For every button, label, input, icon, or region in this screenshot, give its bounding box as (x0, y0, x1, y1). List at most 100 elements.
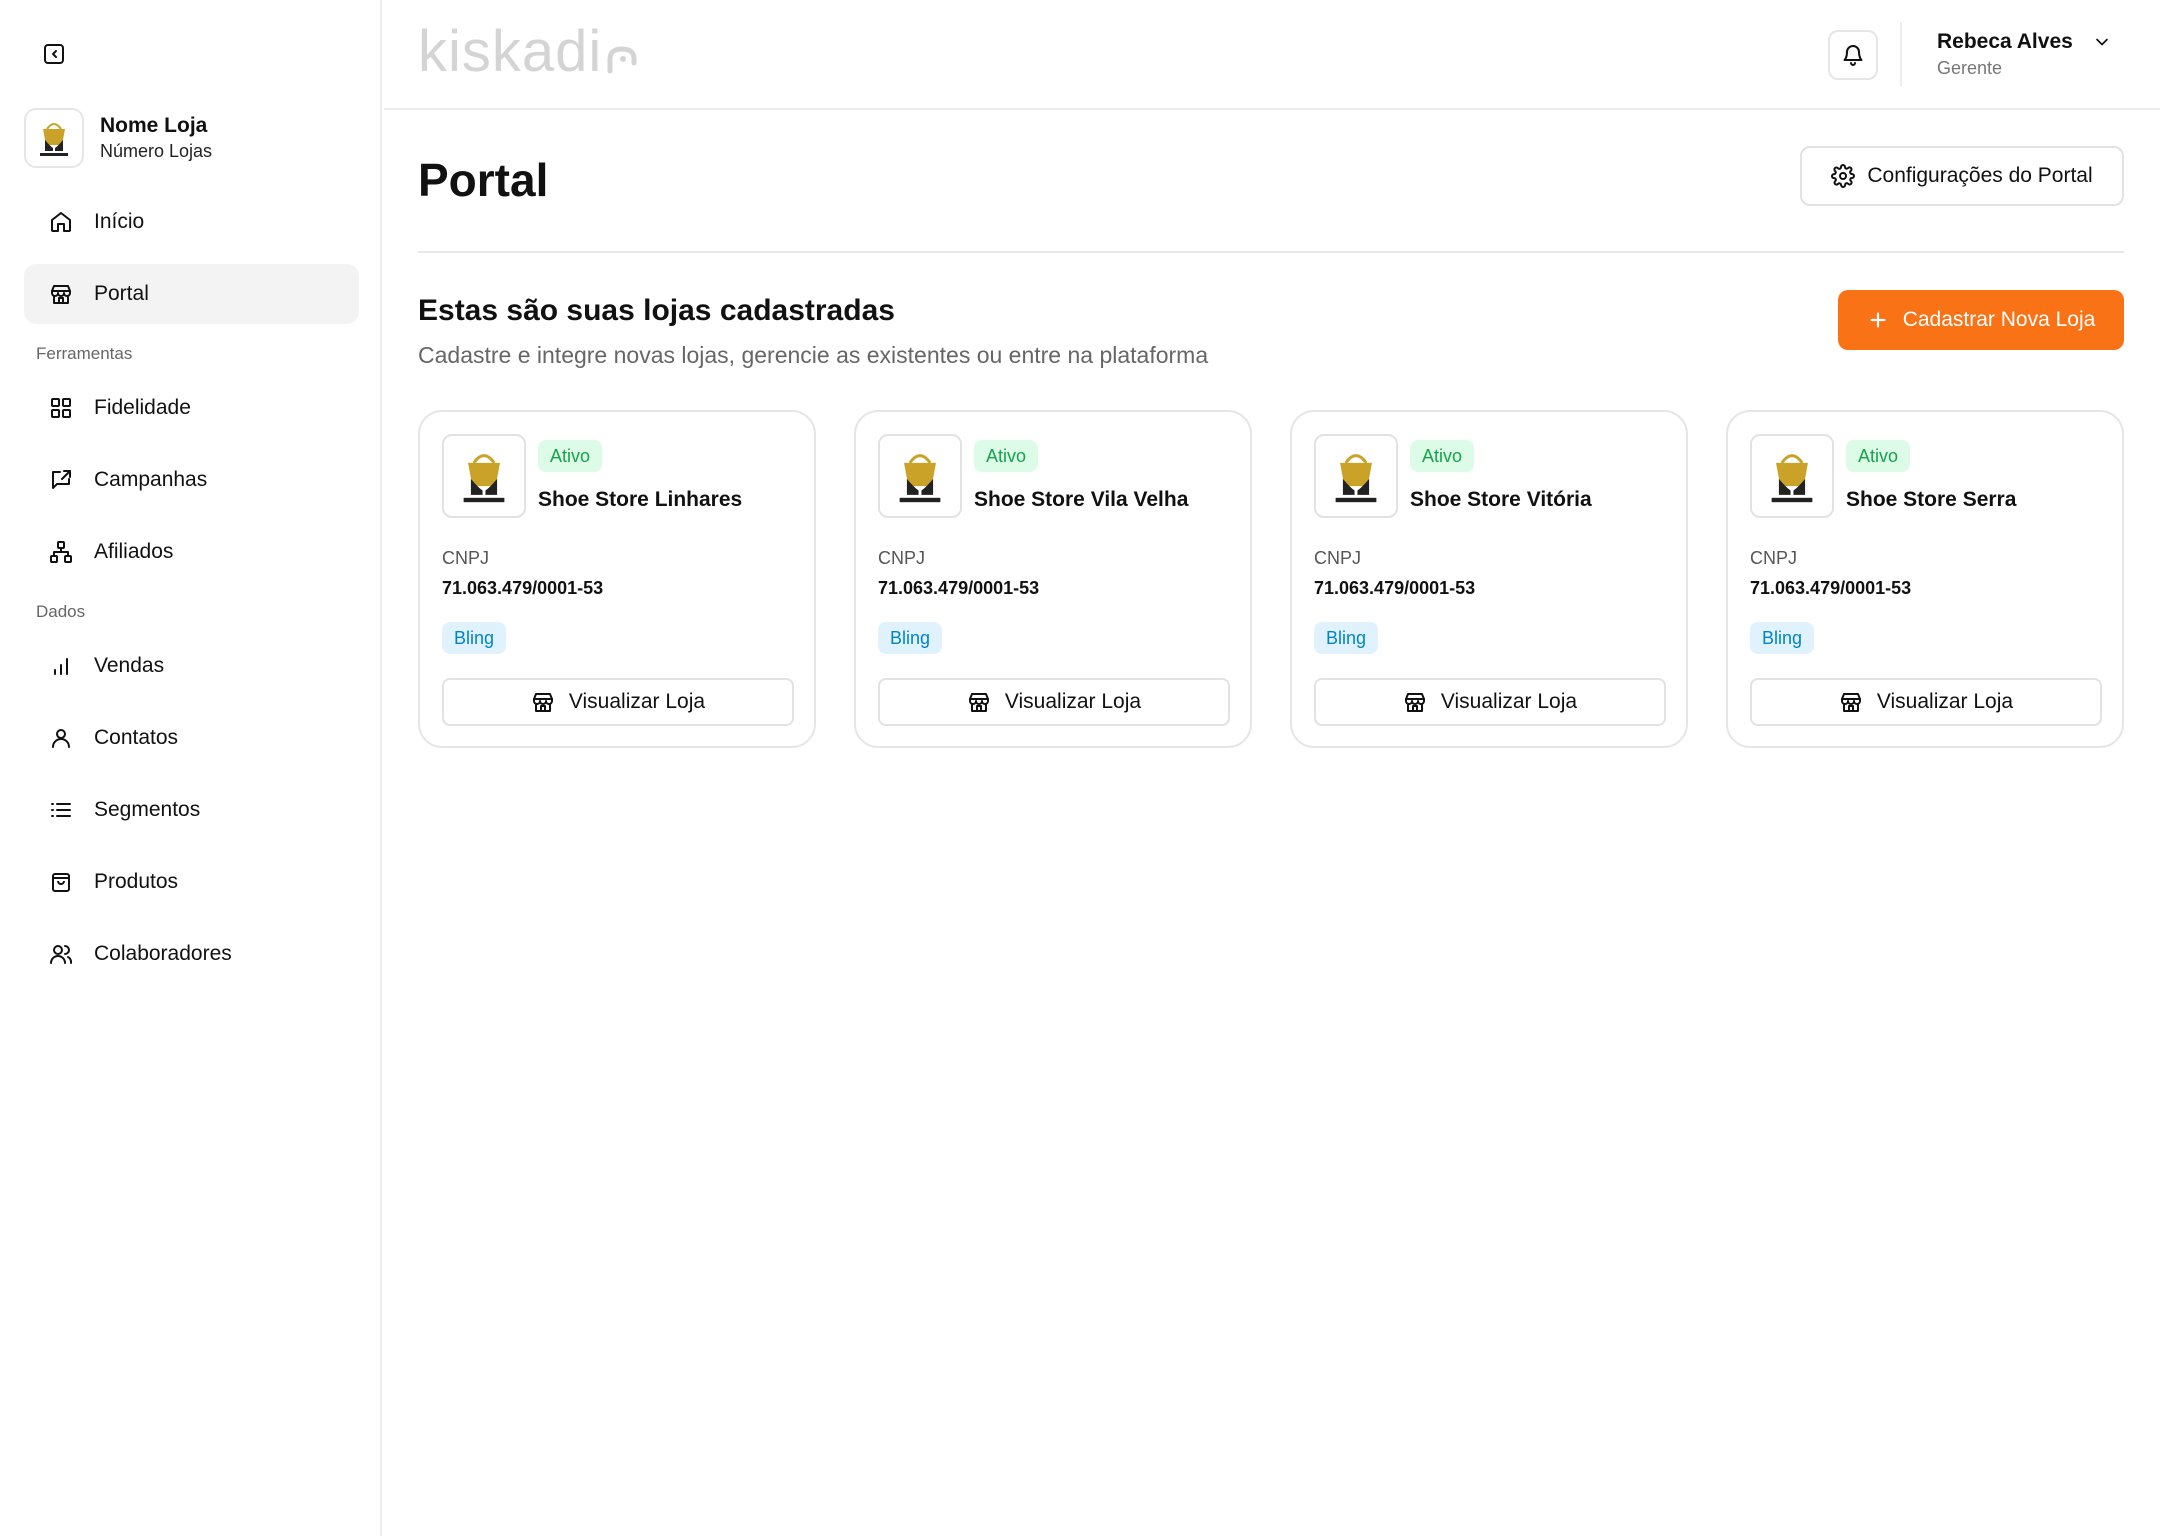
store-card: Ativo Shoe Store Vitória CNPJ 71.063.479… (1290, 410, 1688, 748)
section-title: Estas são suas lojas cadastradas (418, 294, 895, 327)
store-icon (48, 281, 74, 307)
cnpj-label: CNPJ (442, 548, 490, 568)
sidebar-item-label: Contatos (94, 726, 179, 749)
gear-icon (1831, 164, 1856, 188)
cnpj-value: 71.063.479/0001-53 (1750, 578, 1912, 598)
brand-name: kiskadi (418, 19, 603, 84)
cnpj-label: CNPJ (1314, 548, 1362, 568)
network-icon (48, 539, 74, 565)
collapse-sidebar-button[interactable] (40, 40, 68, 68)
view-store-button[interactable]: Visualizar Loja (878, 678, 1230, 726)
notifications-button[interactable] (1828, 30, 1878, 80)
sidebar-item-label: Fidelidade (94, 396, 191, 419)
users-icon (48, 941, 74, 967)
store-card-logo (442, 434, 526, 518)
bar-chart-icon (48, 653, 74, 679)
sidebar-section-dados: Dados (36, 602, 86, 621)
sidebar-item-produtos[interactable]: Produtos (24, 852, 359, 912)
store-card-name: Shoe Store Vila Velha (974, 488, 1189, 511)
store-card-name: Shoe Store Linhares (538, 488, 743, 511)
chevron-down-icon (2096, 38, 2108, 46)
view-store-button[interactable]: Visualizar Loja (1314, 678, 1666, 726)
user-role: Gerente (1937, 58, 2003, 78)
store-card-name: Shoe Store Serra (1846, 488, 2017, 511)
shoe-store-logo-icon (40, 123, 68, 156)
view-store-label: Visualizar Loja (1004, 690, 1142, 713)
sidebar: Nome Loja Número Lojas Início Portal Fer… (0, 0, 382, 1536)
sidebar-item-label: Campanhas (94, 468, 208, 491)
sidebar-section-ferramentas: Ferramentas (36, 344, 133, 363)
store-icon (968, 693, 989, 712)
section-subtitle: Cadastre e integre novas lojas, gerencie… (418, 342, 1209, 368)
store-icon (1840, 693, 1861, 712)
store-card: Ativo Shoe Store Serra CNPJ 71.063.479/0… (1726, 410, 2124, 748)
shoe-store-logo-icon (1335, 454, 1377, 503)
sidebar-item-afiliados[interactable]: Afiliados (24, 522, 359, 582)
status-badge: Ativo (974, 440, 1039, 472)
user-icon (48, 725, 74, 751)
view-store-button[interactable]: Visualizar Loja (442, 678, 794, 726)
share-icon (48, 467, 74, 493)
shoe-store-logo-icon (1771, 454, 1813, 503)
sidebar-item-label: Início (94, 210, 145, 233)
store-card-logo (1750, 434, 1834, 518)
store-card: Ativo Shoe Store Vila Velha CNPJ 71.063.… (854, 410, 1252, 748)
cnpj-value: 71.063.479/0001-53 (442, 578, 604, 598)
status-badge: Ativo (1410, 440, 1475, 472)
status-badge: Ativo (1846, 440, 1911, 472)
integration-badge: Bling (878, 622, 943, 654)
cnpj-value: 71.063.479/0001-53 (1314, 578, 1476, 598)
status-badge: Ativo (538, 440, 603, 472)
sidebar-item-label: Colaboradores (94, 942, 232, 965)
store-card-logo (878, 434, 962, 518)
top-header: kiskadi Rebeca Alves Gerente (384, 0, 2160, 110)
portal-settings-button[interactable]: Configurações do Portal (1800, 146, 2124, 206)
portal-settings-label: Configurações do Portal (1867, 164, 2093, 187)
sidebar-item-vendas[interactable]: Vendas (24, 636, 359, 696)
store-name: Nome Loja (100, 114, 208, 137)
sidebar-item-segmentos[interactable]: Segmentos (24, 780, 359, 840)
sidebar-item-campanhas[interactable]: Campanhas (24, 450, 359, 510)
shoe-store-logo-icon (463, 454, 505, 503)
user-menu[interactable]: Rebeca Alves Gerente (1937, 28, 2073, 80)
sidebar-item-label: Produtos (94, 870, 179, 893)
sidebar-item-fidelidade[interactable]: Fidelidade (24, 378, 359, 438)
brand-bird-icon (607, 46, 637, 74)
section-divider (418, 251, 2124, 253)
brand-logo[interactable]: kiskadi (418, 22, 642, 82)
view-store-label: Visualizar Loja (1876, 690, 2014, 713)
store-icon (532, 693, 553, 712)
sidebar-item-label: Vendas (94, 654, 165, 677)
plus-icon (1870, 312, 1886, 328)
list-icon (48, 797, 74, 823)
bell-icon (1843, 45, 1863, 66)
store-count: Número Lojas (100, 141, 213, 161)
sidebar-item-label: Afiliados (94, 540, 174, 563)
sidebar-item-colaboradores[interactable]: Colaboradores (24, 924, 359, 984)
integration-badge: Bling (1750, 622, 1815, 654)
store-logo (24, 108, 84, 168)
integration-badge: Bling (442, 622, 507, 654)
store-cards: Ativo Shoe Store Linhares CNPJ 71.063.47… (418, 410, 2124, 748)
store-switcher[interactable]: Nome Loja Número Lojas (24, 108, 212, 168)
sidebar-item-portal[interactable]: Portal (24, 264, 359, 324)
shopping-bag-icon (48, 869, 74, 895)
store-card-logo (1314, 434, 1398, 518)
store-icon (1404, 693, 1425, 712)
sidebar-item-contatos[interactable]: Contatos (24, 708, 359, 768)
home-icon (48, 209, 74, 235)
store-card: Ativo Shoe Store Linhares CNPJ 71.063.47… (418, 410, 816, 748)
user-menu-toggle[interactable] (2090, 30, 2114, 54)
sidebar-item-label: Segmentos (94, 798, 201, 821)
add-store-button[interactable]: Cadastrar Nova Loja (1838, 290, 2124, 350)
shoe-store-logo-icon (899, 454, 941, 503)
view-store-label: Visualizar Loja (568, 690, 706, 713)
view-store-button[interactable]: Visualizar Loja (1750, 678, 2102, 726)
cnpj-label: CNPJ (1750, 548, 1798, 568)
cnpj-label: CNPJ (878, 548, 926, 568)
user-name: Rebeca Alves (1937, 30, 2073, 53)
sidebar-item-inicio[interactable]: Início (24, 192, 359, 252)
sidebar-nav: Início Portal Ferramentas Fidelidade Cam… (24, 192, 359, 996)
store-card-name: Shoe Store Vitória (1410, 488, 1592, 511)
grid-icon (48, 395, 74, 421)
